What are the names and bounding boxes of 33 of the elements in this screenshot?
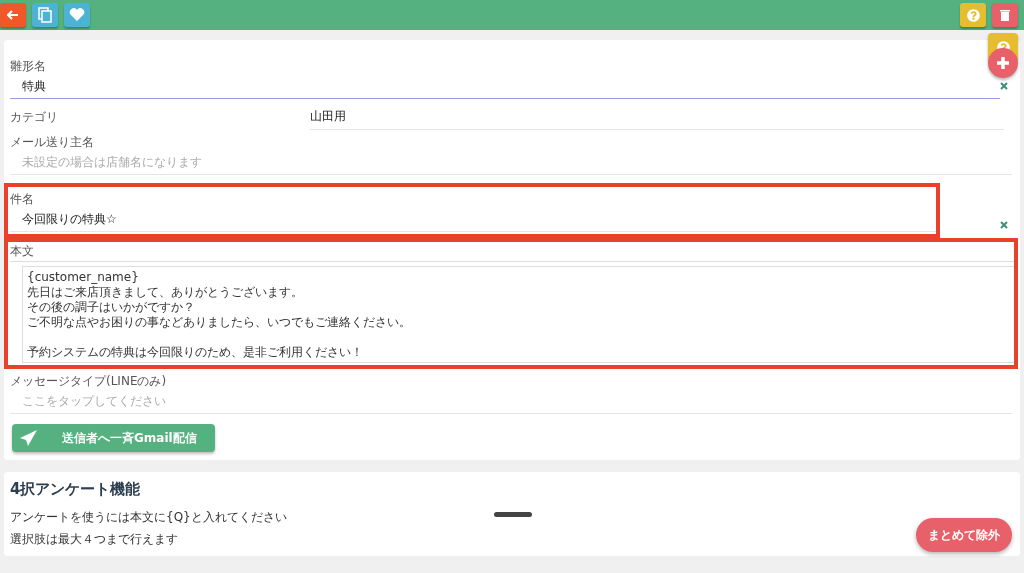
note-text: 選択肢は最大４つまで行えます [10, 532, 178, 546]
text-line: 予約システムの特典は今回限りのため、是非ご利用ください！ [27, 345, 364, 360]
favorite-button[interactable] [64, 3, 90, 27]
text-line: ご不明な点やお困りの事などありましたら、いつでもご連絡ください。 [27, 315, 412, 330]
trash-icon [1000, 9, 1010, 21]
back-button[interactable] [0, 3, 26, 27]
paper-plane-icon [20, 430, 38, 446]
section-title: 4択アンケート機能 [10, 480, 142, 498]
clear-icon[interactable] [1000, 82, 1008, 90]
textarea-field[interactable]: {customer_name} 先日はご来店頂きまして、ありがとうございます。 その後の調子はいかがですか？ ご不明な点やお困りの事などありましたら、いつでもご連絡ください。 予約システムの特典は今回限りのため、是非ご利用ください！ [22, 266, 1014, 363]
drag-handle[interactable] [494, 512, 532, 517]
text-line: {customer_name} [27, 270, 140, 285]
plus-icon [996, 56, 1010, 70]
note-text: アンケートを使うには本文に{Q}と入れてください [10, 510, 287, 524]
back-arrow-icon [7, 10, 19, 20]
delete-button[interactable] [992, 3, 1018, 27]
heart-icon [69, 8, 85, 22]
field-label: カテゴリ [10, 110, 59, 126]
clear-icon[interactable] [1000, 221, 1008, 229]
field-label: 本文 [10, 242, 1014, 262]
field-label: メッセージタイプ(LINEのみ) [10, 373, 168, 390]
input-field[interactable]: 特典 [10, 79, 1000, 99]
field-label: 件名 [10, 191, 35, 208]
category-value[interactable]: 山田用 [310, 109, 1004, 130]
copy-button[interactable] [32, 3, 58, 27]
field-label: 雛形名 [10, 58, 47, 75]
field-label: メール送り主名 [10, 134, 95, 151]
copy-icon [38, 7, 52, 23]
text-line: 先日はご来店頂きまして、ありがとうございます。 [27, 285, 304, 300]
help-icon [966, 8, 980, 22]
help-button[interactable] [960, 3, 986, 27]
input-field[interactable]: 今回限りの特典☆ [10, 212, 936, 232]
text-line: その後の調子はいかがですか？ [27, 300, 196, 315]
